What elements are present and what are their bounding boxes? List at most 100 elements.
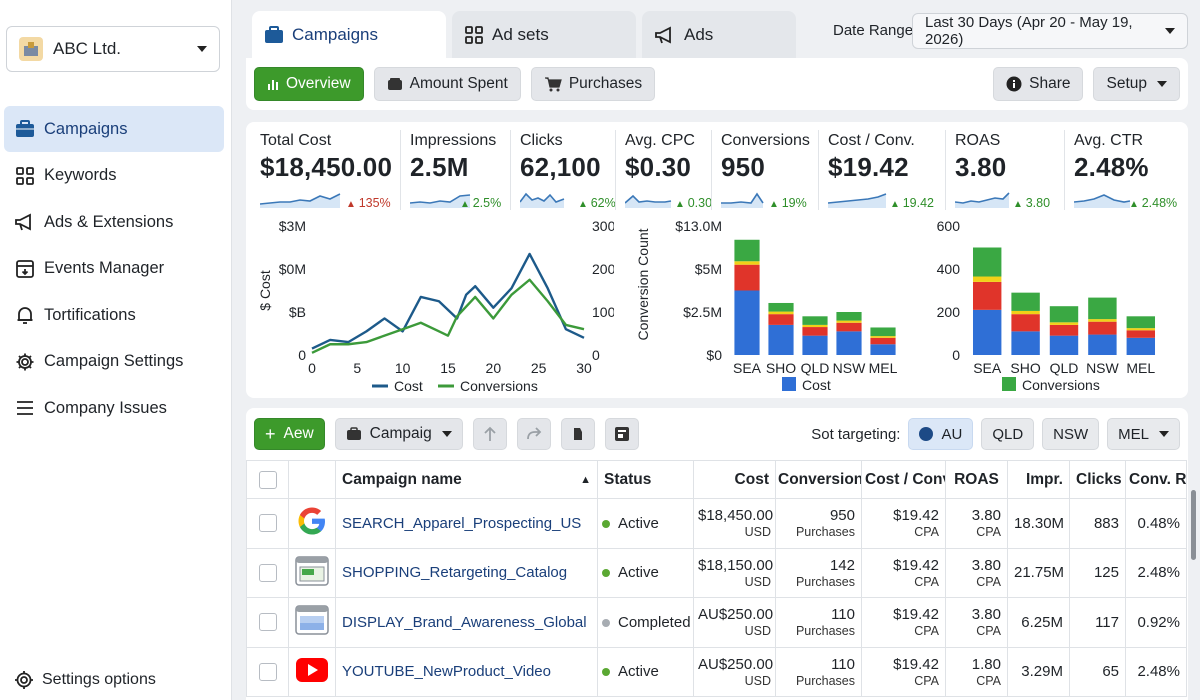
briefcase-icon bbox=[346, 427, 362, 441]
row-select-cell[interactable] bbox=[246, 547, 289, 598]
overview-button[interactable]: Overview bbox=[254, 67, 364, 101]
bar-segment bbox=[1011, 314, 1040, 332]
status-label: Active bbox=[618, 663, 659, 681]
column-header-conv-rate[interactable]: Conv. Rate bbox=[1125, 460, 1187, 499]
target-nsw[interactable]: NSW bbox=[1042, 418, 1100, 450]
bar-segment bbox=[1088, 319, 1117, 322]
amount-spent-button[interactable]: Amount Spent bbox=[373, 67, 521, 101]
row-checkbox[interactable] bbox=[258, 613, 277, 632]
y-tick-label: 600 bbox=[937, 218, 961, 234]
metric-label: Total Cost bbox=[260, 132, 332, 149]
metric-roas[interactable]: ROAS 3.80 ▲ 3.80 bbox=[955, 132, 1065, 210]
column-header-conversions[interactable]: Conversions bbox=[775, 460, 862, 499]
column-label: ROAS bbox=[954, 470, 999, 488]
column-header-cost[interactable]: Cost bbox=[693, 460, 776, 499]
plus-icon: + bbox=[265, 423, 276, 444]
campaign-name-cell[interactable]: SHOPPING_Retargeting_Catalog bbox=[335, 547, 598, 598]
target-au[interactable]: AU bbox=[908, 418, 974, 450]
metric-avg-cpc[interactable]: Avg. CPC $0.30 ▲ 0.30 bbox=[625, 132, 713, 210]
table-row[interactable]: SEARCH_Apparel_Prospecting_US Active $18,4… bbox=[246, 498, 1187, 549]
sidebar-item-company-issues[interactable]: Company Issues bbox=[4, 385, 224, 431]
select-all-cell[interactable] bbox=[246, 460, 289, 499]
campaign-filter-dropdown[interactable]: Campaig bbox=[334, 418, 463, 450]
column-header-cost-per-conv[interactable]: Cost / Conv. bbox=[861, 460, 946, 499]
column-header-impressions[interactable]: Impr. bbox=[1007, 460, 1070, 499]
table-scrollbar[interactable] bbox=[1191, 490, 1196, 560]
metric-total-cost[interactable]: Total Cost $18,450.00 ▲ 135% bbox=[260, 132, 400, 210]
metric-delta-value: 19.42 bbox=[902, 196, 934, 210]
sidebar-item-tortifications[interactable]: Tortifications bbox=[4, 292, 224, 338]
column-header-roas[interactable]: ROAS bbox=[945, 460, 1008, 499]
clicks-cell: 883 bbox=[1069, 498, 1126, 549]
row-select-cell[interactable] bbox=[246, 597, 289, 648]
metric-clicks[interactable]: Clicks 62,100 ▲ 62% bbox=[520, 132, 616, 210]
tab-ad-sets[interactable]: Ad sets bbox=[452, 11, 636, 59]
account-name: ABC Ltd. bbox=[53, 39, 122, 58]
date-range-select[interactable]: Last 30 Days (Apr 20 - May 19, 2026) bbox=[912, 13, 1188, 49]
y2-tick-label: 100 bbox=[592, 304, 614, 320]
column-header-clicks[interactable]: Clicks bbox=[1069, 460, 1126, 499]
campaign-name-cell[interactable]: YOUTUBE_NewProduct_Video bbox=[335, 646, 598, 697]
select-all-checkbox[interactable] bbox=[258, 470, 277, 489]
roas-value: 1.80 bbox=[971, 655, 1001, 673]
tab-ads[interactable]: Ads bbox=[642, 11, 796, 59]
bar-segment bbox=[870, 337, 896, 345]
share-button[interactable]: Share bbox=[993, 67, 1084, 101]
view-toolbar: Overview Amount Spent Purchases Share Se… bbox=[246, 58, 1188, 110]
redo-button[interactable] bbox=[516, 418, 551, 450]
campaign-name-link[interactable]: YOUTUBE_NewProduct_Video bbox=[342, 663, 551, 680]
table-row[interactable]: SHOPPING_Retargeting_Catalog Active $18,15… bbox=[246, 547, 1187, 598]
x-tick-label: QLD bbox=[1050, 360, 1079, 376]
settings-options-link[interactable]: Settings options bbox=[14, 670, 156, 690]
sidebar-item-campaigns[interactable]: Campaigns bbox=[4, 106, 224, 152]
campaign-name-link[interactable]: SHOPPING_Retargeting_Catalog bbox=[342, 564, 567, 581]
add-new-button[interactable]: + Aew bbox=[254, 418, 325, 450]
bar-segment bbox=[1049, 306, 1079, 323]
y-tick-label: $B bbox=[289, 304, 306, 320]
legend-label: Cost bbox=[394, 378, 423, 394]
column-header-status[interactable]: Status bbox=[597, 460, 694, 499]
sidebar-item-keywords[interactable]: Keywords bbox=[4, 153, 224, 199]
impressions-cell: 6.25M bbox=[1007, 597, 1070, 648]
move-up-button[interactable] bbox=[472, 418, 507, 450]
row-checkbox[interactable] bbox=[258, 514, 277, 533]
campaign-name-link[interactable]: DISPLAY_Brand_Awareness_Global bbox=[342, 614, 587, 631]
campaign-filter-label: Campaig bbox=[369, 425, 432, 442]
sidebar-item-events-manager[interactable]: Events Manager bbox=[4, 246, 224, 292]
bar-segment bbox=[1049, 335, 1079, 355]
campaign-name-cell[interactable]: DISPLAY_Brand_Awareness_Global bbox=[335, 597, 598, 648]
row-select-cell[interactable] bbox=[246, 646, 289, 697]
chevron-down-icon bbox=[441, 431, 452, 437]
sidebar-item-campaign-settings[interactable]: Campaign Settings bbox=[4, 339, 224, 385]
bar-segment bbox=[1088, 334, 1117, 355]
target-mel-dropdown[interactable]: MEL bbox=[1107, 418, 1180, 450]
bar-segment bbox=[734, 261, 760, 265]
campaign-name-cell[interactable]: SEARCH_Apparel_Prospecting_US bbox=[335, 498, 598, 549]
conversions-value: 110 bbox=[831, 606, 855, 624]
tab-campaigns[interactable]: Campaigns bbox=[252, 11, 446, 59]
account-selector[interactable]: ABC Ltd. bbox=[6, 26, 220, 72]
setup-button[interactable]: Setup bbox=[1093, 67, 1180, 101]
column-header-campaign-name[interactable]: Campaign name ▲ bbox=[335, 460, 598, 499]
row-checkbox[interactable] bbox=[258, 563, 277, 582]
metric-avg-ctr[interactable]: Avg. CTR 2.48% ▲ 2.48% bbox=[1074, 132, 1184, 210]
bookmark-button[interactable] bbox=[560, 418, 595, 450]
sidebar-item-label: Company Issues bbox=[44, 398, 167, 417]
target-qld[interactable]: QLD bbox=[981, 418, 1035, 450]
cost-value: $18,450.00 bbox=[698, 507, 774, 525]
sidebar-nav: Campaigns Keywords Ads & Extensions Even… bbox=[4, 106, 224, 432]
export-button[interactable] bbox=[604, 418, 639, 450]
row-checkbox[interactable] bbox=[258, 662, 277, 681]
table-row[interactable]: DISPLAY_Brand_Awareness_Global Completed A… bbox=[246, 597, 1187, 648]
conversions-unit: Purchases bbox=[795, 525, 855, 540]
metric-cost-conv-[interactable]: Cost / Conv. $19.42 ▲ 19.42 bbox=[828, 132, 946, 210]
sidebar-item-ads-extensions[interactable]: Ads & Extensions bbox=[4, 199, 224, 245]
campaign-name-link[interactable]: SEARCH_Apparel_Prospecting_US bbox=[342, 515, 581, 532]
sparkline-area bbox=[260, 194, 340, 208]
cost-cell: $18,150.00 USD bbox=[693, 547, 776, 598]
table-row[interactable]: YOUTUBE_NewProduct_Video Active AU$250.00 U… bbox=[246, 646, 1187, 697]
row-select-cell[interactable] bbox=[246, 498, 289, 549]
metric-impressions[interactable]: Impressions 2.5M ▲ 2.5% bbox=[410, 132, 510, 210]
purchases-button[interactable]: Purchases bbox=[530, 67, 656, 101]
metric-conversions[interactable]: Conversions 950 ▲ 19% bbox=[721, 132, 819, 210]
